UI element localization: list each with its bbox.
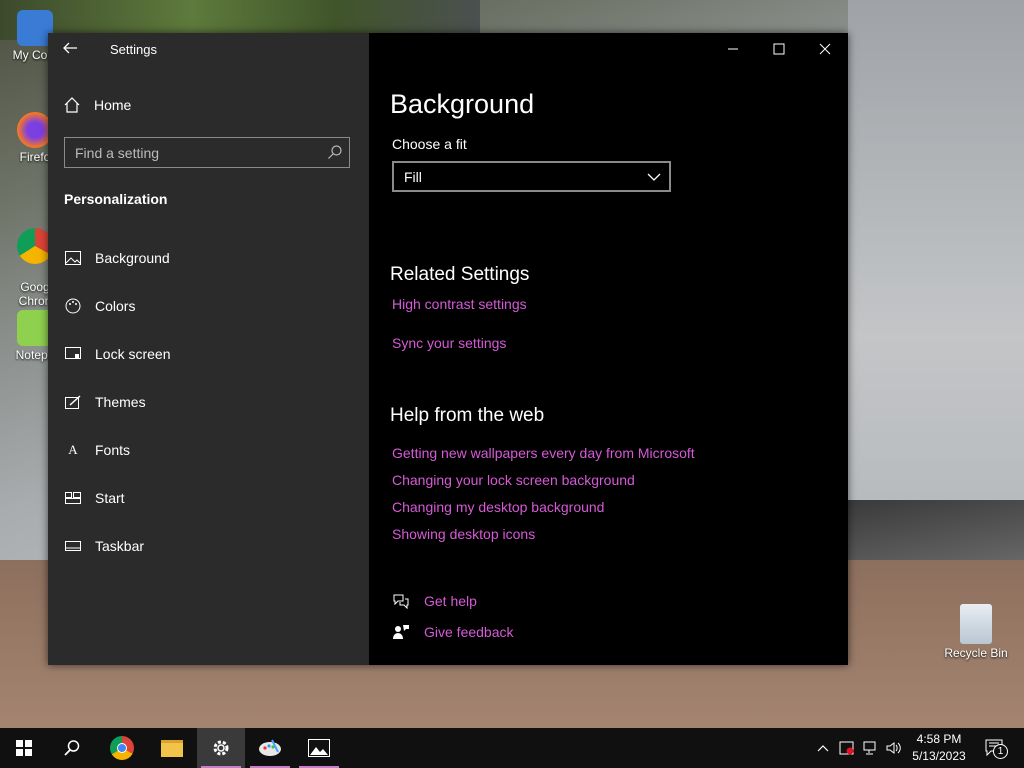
nav-item-label: Lock screen	[95, 346, 171, 362]
nav-item-label: Themes	[95, 394, 146, 410]
nav-item-taskbar[interactable]: Taskbar	[64, 531, 354, 561]
desktop-icon-label: Recycle Bin	[944, 646, 1008, 660]
high-contrast-link[interactable]: High contrast settings	[392, 296, 527, 312]
search-box[interactable]	[64, 137, 350, 168]
choose-fit-dropdown[interactable]: Fill	[392, 161, 671, 192]
recycle-bin-icon	[960, 604, 992, 644]
gear-icon	[213, 740, 229, 756]
help-link-wallpapers[interactable]: Getting new wallpapers every day from Mi…	[392, 445, 695, 461]
taskbar-settings[interactable]	[197, 728, 245, 768]
action-center-button[interactable]: 1	[978, 728, 1012, 768]
palette-icon	[64, 297, 82, 315]
nav-item-label: Start	[95, 490, 125, 506]
page-title: Background	[390, 89, 535, 119]
settings-content: Background Choose a fit Fill Related Set…	[390, 33, 840, 665]
back-arrow-icon	[63, 42, 77, 54]
start-button[interactable]	[0, 728, 48, 768]
update-alert-icon	[839, 741, 854, 755]
desktop-icon-recycle-bin[interactable]: Recycle Bin	[940, 604, 1012, 660]
windows-logo-icon	[16, 740, 32, 756]
help-web-title: Help from the web	[390, 405, 545, 426]
nav-item-label: Fonts	[95, 442, 131, 458]
paint-palette-icon	[259, 739, 281, 756]
tray-volume-icon[interactable]	[883, 728, 905, 768]
nav-section-title: Personalization	[64, 191, 168, 207]
back-button[interactable]	[62, 40, 80, 58]
give-feedback-link[interactable]: Give feedback	[392, 623, 514, 641]
nav-item-start[interactable]: Start	[64, 483, 354, 513]
home-icon	[64, 97, 80, 113]
settings-window: Settings Home Personalization Background…	[48, 33, 848, 665]
get-help-link[interactable]: Get help	[392, 592, 477, 610]
chevron-down-icon	[647, 173, 661, 181]
clock-date: 5/13/2023	[912, 749, 966, 763]
feedback-icon	[393, 625, 409, 639]
nav-home[interactable]: Home	[64, 97, 131, 113]
picture-icon	[64, 249, 82, 267]
taskbar-icon	[64, 537, 82, 555]
photos-icon	[308, 739, 330, 757]
desktop-icon-label: Goog Chron	[18, 280, 52, 308]
show-hidden-icons-button[interactable]	[812, 728, 834, 768]
chrome-icon	[110, 736, 134, 760]
tray-update-icon[interactable]	[836, 728, 858, 768]
nav-item-label: Taskbar	[95, 538, 145, 554]
taskbar-photos[interactable]	[295, 728, 343, 768]
get-help-label: Get help	[424, 593, 477, 609]
nav-item-colors[interactable]: Colors	[64, 291, 354, 321]
notification-count-badge: 1	[993, 744, 1008, 759]
lock-screen-icon	[64, 345, 82, 363]
nav-home-label: Home	[94, 97, 132, 113]
taskbar: 4:58 PM 5/13/2023 1	[0, 728, 1024, 768]
start-icon	[64, 489, 82, 507]
nav-item-label: Background	[95, 250, 170, 266]
clock-time: 4:58 PM	[916, 732, 962, 746]
nav-item-label: Colors	[95, 298, 136, 314]
search-icon	[64, 740, 80, 756]
nav-item-fonts[interactable]: A Fonts	[64, 435, 354, 465]
chat-help-icon	[393, 594, 409, 610]
desktop-wallpaper-wall	[848, 0, 1024, 560]
taskbar-paint[interactable]	[246, 728, 294, 768]
help-link-lock-screen[interactable]: Changing your lock screen background	[392, 472, 635, 488]
related-settings-title: Related Settings	[390, 264, 530, 285]
give-feedback-label: Give feedback	[424, 624, 514, 640]
help-link-desktop-background[interactable]: Changing my desktop background	[392, 499, 604, 515]
desktop-icon-label: Firefo	[19, 150, 51, 164]
sync-settings-link[interactable]: Sync your settings	[392, 335, 506, 351]
choose-fit-label: Choose a fit	[392, 136, 467, 152]
window-title: Settings	[110, 42, 157, 57]
nav-item-lock-screen[interactable]: Lock screen	[64, 339, 354, 369]
tray-network-icon[interactable]	[860, 728, 882, 768]
network-icon	[863, 741, 876, 755]
chevron-up-icon	[817, 745, 829, 752]
themes-icon	[64, 393, 82, 411]
help-link-desktop-icons[interactable]: Showing desktop icons	[392, 526, 535, 542]
speaker-icon	[886, 742, 901, 754]
taskbar-file-explorer[interactable]	[148, 728, 196, 768]
search-icon[interactable]	[327, 144, 343, 160]
fonts-icon: A	[68, 442, 78, 457]
taskbar-search-button[interactable]	[48, 728, 96, 768]
taskbar-chrome[interactable]	[98, 728, 146, 768]
search-input[interactable]	[65, 138, 335, 167]
nav-item-themes[interactable]: Themes	[64, 387, 354, 417]
taskbar-clock[interactable]: 4:58 PM 5/13/2023	[904, 731, 974, 765]
folder-icon	[161, 739, 183, 757]
nav-item-background[interactable]: Background	[64, 243, 354, 273]
choose-fit-value: Fill	[404, 168, 422, 185]
